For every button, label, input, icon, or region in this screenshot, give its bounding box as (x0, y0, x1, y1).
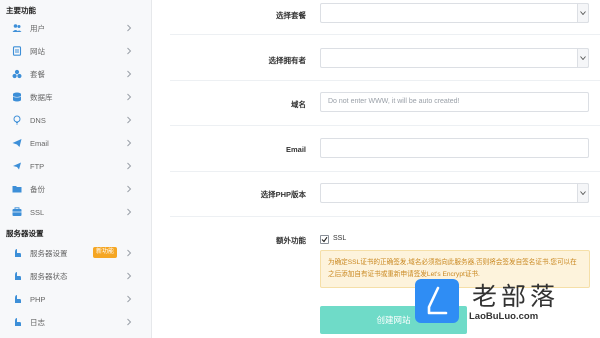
ssl-checkbox-label: SSL (333, 235, 347, 242)
checkmark-icon (321, 236, 328, 243)
chevron-right-icon (127, 24, 132, 32)
domain-input[interactable]: Do not enter WWW, it will be auto create… (320, 92, 589, 112)
chevron-right-icon (127, 47, 132, 55)
sidebar-item-label: 数据库 (30, 92, 53, 102)
watermark: 老部落 LaoBuLuo.com (415, 275, 595, 333)
email-input[interactable] (320, 138, 589, 158)
sidebar-item-ftp[interactable]: FTP (0, 155, 150, 177)
sidebar-item-server-settings[interactable]: 服务器设置 新功能 (0, 242, 150, 264)
domain-placeholder: Do not enter WWW, it will be auto create… (328, 98, 460, 105)
sidebar-item-label: Email (30, 138, 49, 148)
sidebar-item-ssl[interactable]: SSL (0, 201, 150, 223)
chevron-down-icon[interactable] (577, 3, 589, 23)
sidebar-item-label: 套餐 (30, 69, 45, 79)
ssl-checkbox[interactable] (320, 235, 329, 244)
ssl-icon (12, 207, 22, 217)
main-functions-title: 主要功能 (6, 6, 36, 15)
row-divider (170, 34, 600, 35)
package-label: 选择套餐 (276, 11, 306, 20)
sidebar-item-label: SSL (30, 207, 45, 217)
sidebar-item-label: 日志 (30, 317, 45, 327)
php-version-select[interactable] (320, 183, 589, 203)
php-icon (12, 294, 22, 304)
package-select[interactable] (320, 3, 589, 23)
logs-icon (12, 317, 22, 327)
watermark-cn-text: 老部落 (472, 282, 560, 311)
php-version-label: 选择PHP版本 (260, 190, 306, 199)
sidebar-item-label: FTP (30, 161, 45, 171)
sidebar-item-logs[interactable]: 日志 (0, 311, 150, 333)
server-settings-icon (12, 248, 22, 258)
sidebar-item-website[interactable]: 网站 (0, 40, 150, 62)
domain-label: 域名 (291, 100, 306, 109)
sidebar-item-server-status[interactable]: 服务器状态 (0, 265, 150, 287)
chevron-right-icon (127, 185, 132, 193)
chevron-right-icon (127, 162, 132, 170)
watermark-en-text: LaoBuLuo.com (469, 311, 539, 322)
ftp-icon (12, 161, 22, 171)
server-status-icon (12, 271, 22, 281)
sidebar-item-label: 备份 (30, 184, 45, 194)
sidebar-item-email[interactable]: Email (0, 132, 150, 154)
row-divider (170, 80, 600, 81)
sidebar-item-php[interactable]: PHP (0, 288, 150, 310)
chevron-right-icon (127, 249, 132, 257)
sidebar-item-label: PHP (30, 294, 46, 304)
sidebar-item-label: DNS (30, 115, 46, 125)
sidebar-item-label: 服务器设置 (30, 248, 68, 258)
backup-folder-icon (12, 184, 22, 194)
chevron-right-icon (127, 93, 132, 101)
email-label: Email (285, 145, 306, 154)
server-settings-title: 服务器设置 (6, 229, 44, 238)
chevron-down-icon[interactable] (577, 183, 589, 203)
chevron-right-icon (127, 116, 132, 124)
sidebar-item-label: 网站 (30, 46, 45, 56)
new-feature-badge: 新功能 (93, 247, 118, 258)
chevron-right-icon (127, 272, 132, 280)
sidebar-item-label: 服务器状态 (30, 271, 68, 281)
email-icon (12, 138, 22, 148)
sidebar-item-database[interactable]: 数据库 (0, 86, 150, 108)
row-divider (170, 216, 600, 217)
chevron-right-icon (127, 318, 132, 326)
chevron-down-icon[interactable] (577, 48, 589, 68)
users-icon (12, 23, 22, 33)
sidebar-item-dns[interactable]: DNS (0, 109, 150, 131)
sidebar-item-users[interactable]: 用户 (0, 17, 150, 39)
sidebar-item-package[interactable]: 套餐 (0, 63, 150, 85)
chevron-right-icon (127, 70, 132, 78)
dns-icon (12, 115, 22, 125)
laobuluo-logo-icon (415, 279, 459, 323)
owner-label: 选择拥有者 (268, 56, 307, 65)
owner-select[interactable] (320, 48, 589, 68)
website-icon (12, 46, 22, 56)
row-divider (170, 171, 600, 172)
sidebar-item-backup[interactable]: 备份 (0, 178, 150, 200)
row-divider (170, 125, 600, 126)
database-icon (12, 92, 22, 102)
sidebar-item-label: 用户 (30, 23, 45, 33)
sidebar: 主要功能 用户 网站 套餐 数据库 DNS Email FTP 备份 SSL 服… (0, 0, 152, 338)
chevron-right-icon (127, 295, 132, 303)
extra-features-label: 额外功能 (276, 236, 306, 245)
package-icon (12, 69, 22, 79)
chevron-right-icon (127, 139, 132, 147)
chevron-right-icon (127, 208, 132, 216)
